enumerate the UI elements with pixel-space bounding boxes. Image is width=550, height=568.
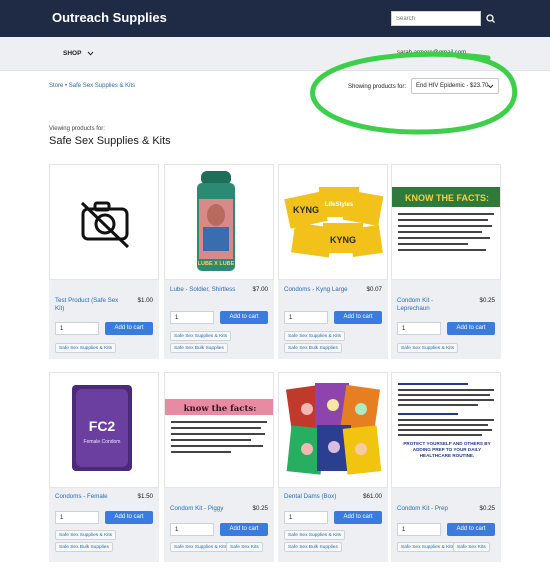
- product-price: $1.00: [137, 297, 153, 304]
- quantity-input[interactable]: 1: [397, 523, 441, 536]
- facts-card-image: KNOW THE FACTS:: [392, 187, 500, 251]
- product-price: $0.07: [366, 286, 382, 293]
- product-card: KYNG LifeStyles KYNG Condoms - Kyng Larg…: [278, 164, 388, 359]
- lifestyles-label: LifeStyles: [325, 202, 354, 208]
- category-tag[interactable]: Safe Sex Supplies & Kits: [170, 542, 232, 552]
- product-name[interactable]: Condom Kit - Prep: [397, 505, 465, 513]
- add-to-cart-button[interactable]: Add to cart: [334, 511, 382, 524]
- chevron-down-icon: [88, 51, 94, 56]
- annotation-circle: [310, 51, 518, 135]
- product-name[interactable]: Lube - Soldier, Shirtless: [170, 286, 238, 294]
- product-price: $7.00: [252, 286, 268, 293]
- product-image[interactable]: PROTECT YOURSELF AND OTHERS BY ADDING PR…: [391, 372, 501, 488]
- product-card: Dental Dams (Box) $61.00 1 Add to cart S…: [278, 372, 388, 562]
- shop-menu[interactable]: SHOP: [63, 50, 94, 57]
- quantity-input[interactable]: 1: [170, 523, 214, 536]
- product-card: FC2 Female Condom Condoms - Female $1.50…: [49, 372, 159, 562]
- quantity-input[interactable]: 1: [170, 311, 214, 324]
- add-to-cart-button[interactable]: Add to cart: [334, 311, 382, 324]
- quantity-input[interactable]: 1: [55, 511, 99, 524]
- product-image[interactable]: [278, 372, 388, 488]
- add-to-cart-button[interactable]: Add to cart: [447, 523, 495, 536]
- shop-label: SHOP: [63, 50, 82, 57]
- site-brand[interactable]: Outreach Supplies: [52, 10, 167, 25]
- category-tag[interactable]: Safe Sex Supplies & Kits: [170, 331, 232, 341]
- dental-dams-image: [285, 383, 382, 475]
- breadcrumb[interactable]: Store • Safe Sex Supplies & Kits: [49, 83, 135, 89]
- product-name[interactable]: Condom Kit - Leprechaun: [397, 297, 465, 313]
- product-name[interactable]: Dental Dams (Box): [284, 493, 352, 501]
- facts-heading: KNOW THE FACTS:: [405, 193, 489, 203]
- product-image[interactable]: KYNG LifeStyles KYNG: [278, 164, 388, 280]
- fc2-sub-label: Female Condom: [84, 439, 121, 445]
- add-to-cart-button[interactable]: Add to cart: [447, 322, 495, 335]
- lube-bottle-image: LUBE X LUBE: [197, 171, 235, 271]
- add-to-cart-button[interactable]: Add to cart: [105, 511, 153, 524]
- prep-heading: PROTECT YOURSELF AND OTHERS BY ADDING PR…: [403, 441, 491, 458]
- facts-heading: know the facts:: [184, 404, 257, 414]
- search-icon[interactable]: [484, 11, 498, 26]
- kyng-label: KYNG: [330, 235, 356, 245]
- product-card: KNOW THE FACTS: Condom Kit - Leprechaun …: [391, 164, 501, 359]
- fc2-box-image: FC2 Female Condom: [72, 385, 132, 471]
- product-name[interactable]: Condoms - Female: [55, 493, 123, 501]
- product-card: Test Product (Safe Sex Kit) $1.00 1 Add …: [49, 164, 159, 359]
- page-title: Safe Sex Supplies & Kits: [49, 135, 171, 147]
- quantity-input[interactable]: 1: [397, 322, 441, 335]
- category-tag[interactable]: Safe Sex Kits: [226, 542, 263, 552]
- product-price: $1.50: [137, 493, 153, 500]
- category-tag[interactable]: Safe Sex Bulk Supplies: [170, 343, 228, 353]
- product-card: LUBE X LUBE Lube - Soldier, Shirtless $7…: [164, 164, 274, 359]
- quantity-input[interactable]: 1: [284, 511, 328, 524]
- facts-card-image: know the facts:: [165, 399, 273, 453]
- no-photo-icon: [80, 201, 130, 249]
- category-tag[interactable]: Safe Sex Supplies & Kits: [55, 343, 117, 353]
- product-price: $0.25: [479, 505, 495, 512]
- category-tag[interactable]: Safe Sex Supplies & Kits: [397, 542, 459, 552]
- category-tag[interactable]: Safe Sex Supplies & Kits: [284, 530, 346, 540]
- viewing-label: Viewing products for:: [49, 126, 105, 132]
- quantity-input[interactable]: 1: [55, 322, 99, 335]
- product-name[interactable]: Condom Kit - Piggy: [170, 505, 238, 513]
- product-name[interactable]: Test Product (Safe Sex Kit): [55, 297, 123, 313]
- add-to-cart-button[interactable]: Add to cart: [220, 311, 268, 324]
- product-image[interactable]: [49, 164, 159, 280]
- search-input[interactable]: [391, 11, 481, 26]
- product-image[interactable]: know the facts:: [164, 372, 274, 488]
- product-image[interactable]: FC2 Female Condom: [49, 372, 159, 488]
- fc2-label: FC2: [89, 418, 116, 434]
- product-card: know the facts: Condom Kit - Piggy $0.25…: [164, 372, 274, 562]
- category-tag[interactable]: Safe Sex Bulk Supplies: [55, 542, 113, 552]
- add-to-cart-button[interactable]: Add to cart: [105, 322, 153, 335]
- category-tag[interactable]: Safe Sex Bulk Supplies: [284, 343, 342, 353]
- lube-label: LUBE X LUBE: [198, 261, 235, 267]
- condom-packets-image: KYNG LifeStyles KYNG: [284, 187, 384, 258]
- category-tag[interactable]: Safe Sex Supplies & Kits: [397, 343, 459, 353]
- top-bar: Outreach Supplies: [0, 0, 550, 37]
- quantity-input[interactable]: 1: [284, 311, 328, 324]
- prep-card-image: PROTECT YOURSELF AND OTHERS BY ADDING PR…: [398, 383, 494, 458]
- product-card: PROTECT YOURSELF AND OTHERS BY ADDING PR…: [391, 372, 501, 562]
- product-price: $0.25: [252, 505, 268, 512]
- category-tag[interactable]: Safe Sex Supplies & Kits: [55, 530, 117, 540]
- category-tag[interactable]: Safe Sex Supplies & Kits: [284, 331, 346, 341]
- kyng-label: KYNG: [293, 205, 319, 215]
- product-price: $61.00: [363, 493, 382, 500]
- product-image[interactable]: LUBE X LUBE: [164, 164, 274, 280]
- product-name[interactable]: Condoms - Kyng Large: [284, 286, 352, 294]
- category-tag[interactable]: Safe Sex Bulk Supplies: [284, 542, 342, 552]
- category-tag[interactable]: Safe Sex Kits: [453, 542, 490, 552]
- add-to-cart-button[interactable]: Add to cart: [220, 523, 268, 536]
- product-image[interactable]: KNOW THE FACTS:: [391, 164, 501, 280]
- product-price: $0.25: [479, 297, 495, 304]
